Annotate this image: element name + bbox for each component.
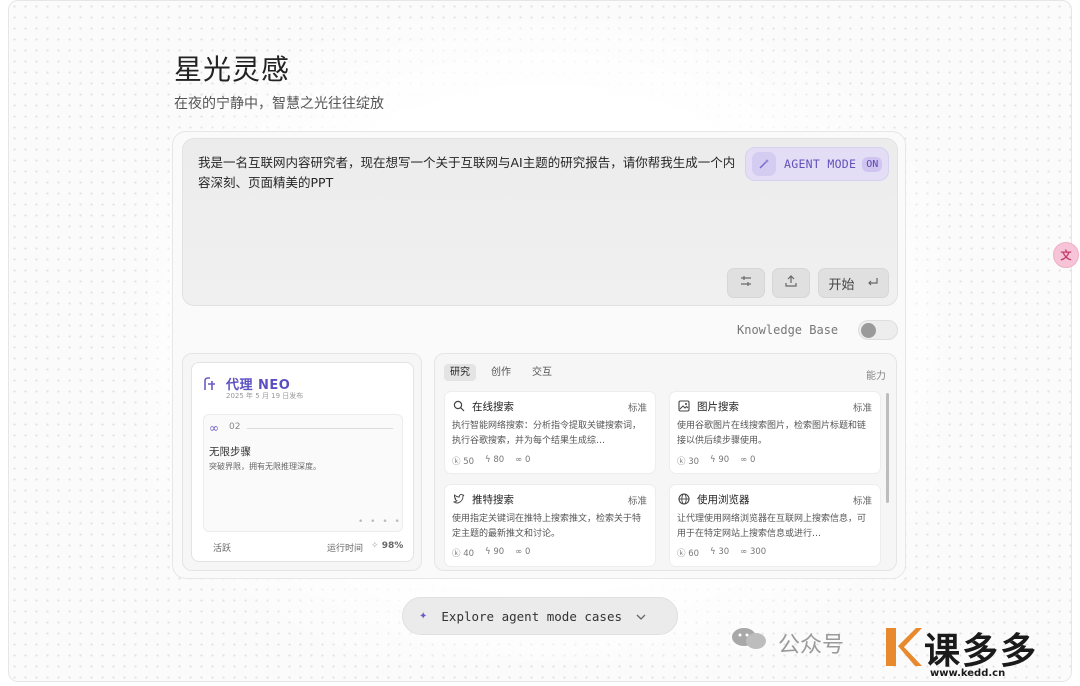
stat-speed: ϟ 90 [485, 547, 505, 557]
tool-name: 使用浏览器 [697, 494, 750, 506]
bolt-icon: ϟ [485, 547, 491, 557]
watermark-brand: 课多多 [924, 631, 1039, 672]
chevron-down-icon [636, 610, 646, 623]
tool-stats: ⓚ 40 ϟ 90 ∞ 0 [452, 547, 530, 559]
ability-label: 能力 [866, 371, 886, 382]
toggle-knob [861, 323, 876, 338]
translate-fab-icon[interactable]: 文 [1053, 242, 1079, 268]
tool-name: 在线搜索 [472, 401, 514, 413]
bolt-icon: ϟ [710, 455, 716, 465]
step-description: 突破界限，拥有无限推理深度。 [209, 462, 321, 471]
agent-mode-label: AGENT MODE [784, 157, 857, 171]
link-icon: ∞ [740, 455, 748, 465]
runtime-value: ✧ 98% [371, 541, 403, 551]
stat-links: ∞ 0 [740, 455, 756, 465]
twitter-icon [452, 493, 465, 508]
settings-button[interactable] [727, 268, 765, 298]
tool-description: 使用谷歌图片在线搜索图片，检索图片标题和链接以供后续步骤使用。 [677, 421, 867, 446]
sliders-icon [739, 274, 753, 292]
agent-mini-icon: ⓚ [677, 549, 686, 559]
page-title: 星光灵感 [174, 53, 291, 86]
step-divider [247, 428, 393, 429]
infinity-icon: ∞ [209, 421, 219, 435]
knowledge-base-label: Knowledge Base [737, 323, 839, 337]
tool-stats: ⓚ 60 ϟ 30 ∞ 300 [677, 547, 766, 559]
agent-mode-toggle[interactable]: AGENT MODE ON [745, 147, 889, 181]
tab-create[interactable]: 创作 [485, 364, 517, 381]
agent-mode-state: ON [862, 156, 883, 172]
tab-research[interactable]: 研究 [444, 364, 476, 381]
stat-usage: ⓚ 30 [677, 457, 700, 467]
step-number: 02 [229, 422, 241, 432]
agent-status: 活跃 [213, 544, 232, 554]
spark-icon: ✧ [371, 541, 379, 551]
tool-tag: 标准 [628, 403, 648, 414]
sparkle-icon: ✦ [419, 610, 428, 622]
tool-tag: 标准 [853, 496, 873, 507]
stat-links: ∞ 0 [515, 547, 531, 557]
tool-name: 图片搜索 [697, 401, 739, 413]
tool-tag: 标准 [628, 496, 648, 507]
page-subtitle: 在夜的宁静中，智慧之光往往绽放 [174, 96, 384, 112]
enter-icon [867, 276, 879, 291]
upload-button[interactable] [772, 268, 810, 298]
wechat-icon [730, 626, 770, 655]
image-icon [678, 400, 690, 415]
stat-speed: ϟ 80 [485, 455, 505, 465]
explore-label: Explore agent mode cases [441, 608, 623, 624]
stat-usage: ⓚ 60 [677, 549, 700, 559]
stat-speed: ϟ 90 [710, 455, 730, 465]
upload-icon [784, 274, 798, 292]
explore-cases-button[interactable]: ✦ Explore agent mode cases [402, 597, 678, 635]
agent-mini-icon: ⓚ [677, 457, 686, 467]
bolt-icon: ϟ [710, 547, 716, 557]
step-title: 无限步骤 [209, 446, 251, 458]
prompt-textarea[interactable]: 我是一名互联网内容研究者，现在想写一个关于互联网与AI主题的研究报告，请你帮我生… [198, 153, 746, 193]
search-icon [453, 400, 465, 415]
watermark-gzh: 公众号 [778, 633, 845, 658]
tool-stats: ⓚ 30 ϟ 90 ∞ 0 [677, 455, 755, 467]
globe-icon [678, 493, 690, 508]
tools-scrollbar[interactable] [886, 393, 889, 503]
tool-description: 让代理使用网络浏览器在互联网上搜索信息，可用于在特定网站上搜索信息或进行… [677, 514, 867, 539]
start-button[interactable]: 开始 [818, 268, 889, 298]
start-label: 开始 [828, 277, 855, 293]
agent-logo-icon [202, 376, 218, 396]
tool-tag: 标准 [853, 403, 873, 414]
tool-description: 使用指定关键词在推特上搜索推文，检索关于特定主题的最新推文和讨论。 [452, 514, 642, 539]
pagination-dots[interactable]: • • • • [358, 517, 402, 527]
stat-usage: ⓚ 40 [452, 549, 475, 559]
kedd-logo-icon [882, 624, 922, 670]
stat-usage: ⓚ 50 [452, 457, 475, 467]
knowledge-base-toggle[interactable] [858, 320, 898, 340]
agent-mini-icon: ⓚ [452, 549, 461, 559]
stat-links: ∞ 0 [515, 455, 531, 465]
link-icon: ∞ [515, 455, 523, 465]
tool-stats: ⓚ 50 ϟ 80 ∞ 0 [452, 455, 530, 467]
stat-links: ∞ 300 [740, 547, 767, 557]
stat-speed: ϟ 30 [710, 547, 730, 557]
watermark-url: www.kedd.cn [930, 668, 1006, 679]
agent-release-date: 2025 年 5 月 19 日发布 [226, 392, 304, 400]
tool-description: 执行智能网络搜索：分析指令提取关键搜索词，执行谷歌搜索，并为每个结果生成综… [452, 421, 642, 446]
bolt-icon: ϟ [485, 455, 491, 465]
tool-name: 推特搜索 [472, 494, 514, 506]
runtime-percent: 98% [381, 541, 404, 551]
link-icon: ∞ [515, 547, 523, 557]
runtime-label: 运行时间 [327, 544, 364, 554]
link-icon: ∞ [740, 547, 748, 557]
tab-interact[interactable]: 交互 [526, 364, 558, 381]
magic-wand-icon [752, 152, 776, 176]
agent-mini-icon: ⓚ [452, 457, 461, 467]
